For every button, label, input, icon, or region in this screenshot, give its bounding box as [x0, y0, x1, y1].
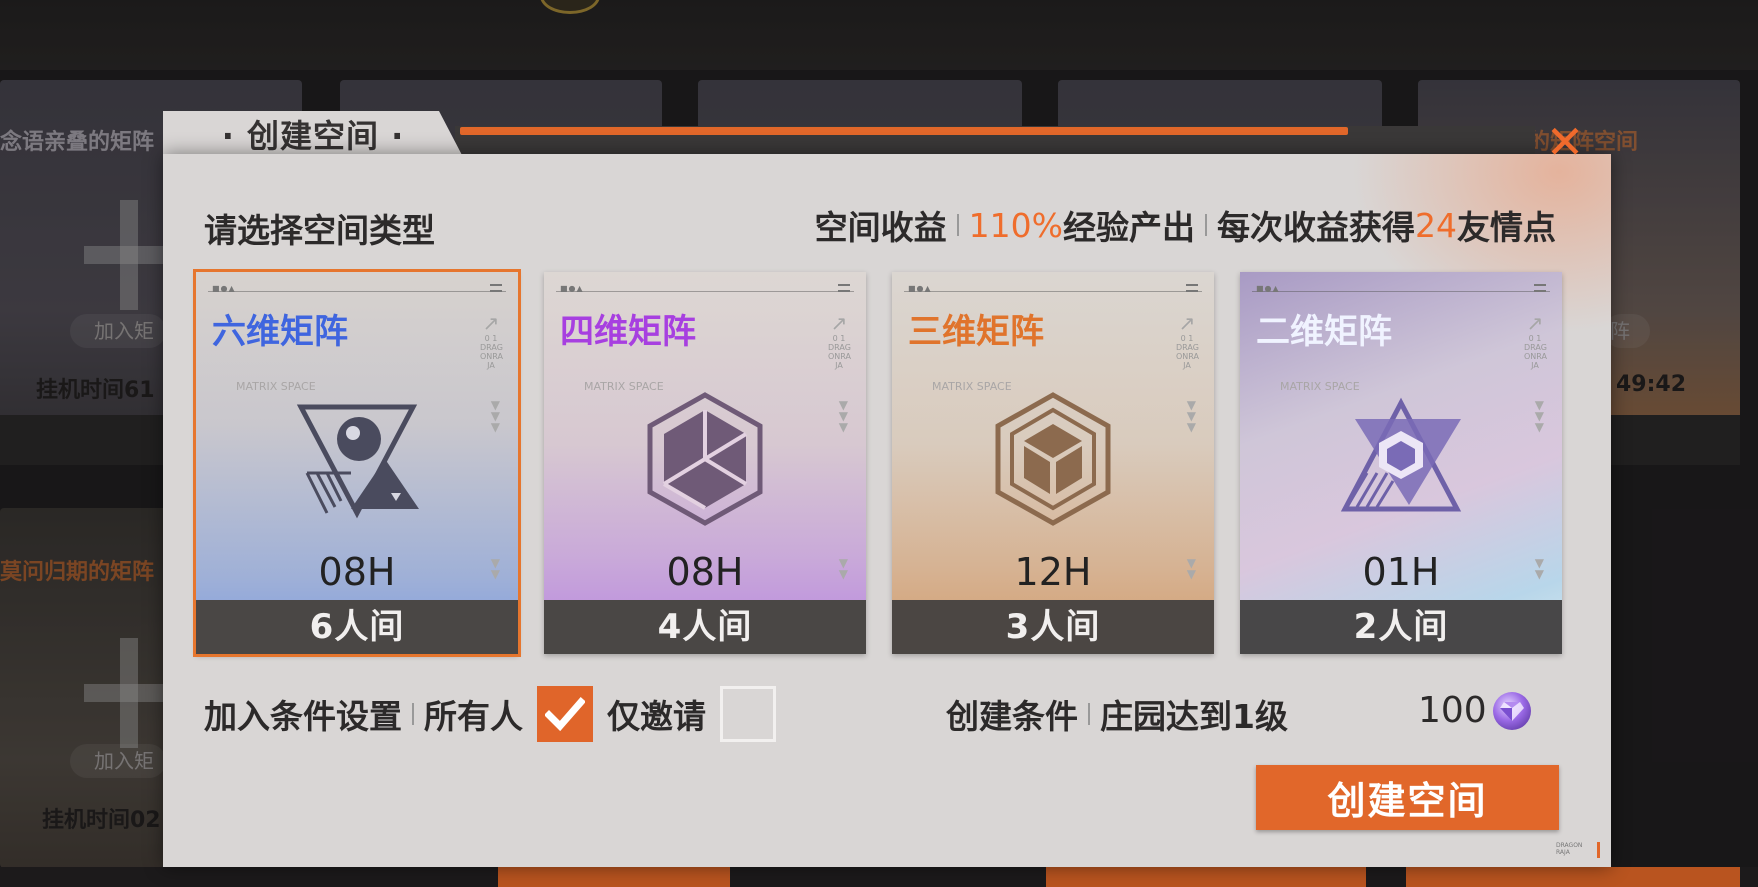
card-dots-icon: ■●▲ — [212, 284, 236, 293]
modal-tab: · 创建空间 · — [163, 111, 463, 157]
join-settings-label: 加入条件设置 — [204, 697, 402, 736]
divider — [412, 703, 414, 725]
card-capacity: 6人间 — [196, 600, 518, 654]
menu-icon — [1186, 284, 1198, 292]
card-side-mark: ↗ 0 1 DRAG ONRA JA — [1524, 311, 1547, 370]
card-name: 四维矩阵 — [560, 312, 696, 352]
card-hours: 08H — [666, 550, 744, 594]
friend-suffix: 友情点 — [1457, 208, 1556, 247]
arrow-up-right-icon: ↗ — [830, 311, 848, 335]
card-hours: 12H — [1014, 550, 1092, 594]
brand-logo: DRAGON RAJA — [1556, 842, 1600, 858]
select-type-label: 请选择空间类型 — [204, 211, 435, 250]
diamond-gem-icon — [1492, 691, 1531, 730]
option-invite-checkbox[interactable] — [720, 686, 776, 742]
four-dim-emblem-icon — [544, 390, 866, 530]
option-all-label: 所有人 — [424, 697, 523, 736]
space-type-card-four[interactable]: ■●▲ 四维矩阵 ↗ 0 1 DRAG ONRA JA MATRIX SPACE… — [544, 272, 866, 654]
space-type-card-six[interactable]: ■●▲ 六维矩阵 ↗ 0 1 DRAG ONRA JA MATRIX SPACE… — [193, 269, 521, 657]
option-invite-label: 仅邀请 — [607, 697, 706, 736]
divider — [956, 214, 959, 236]
card-dots-icon: ■●▲ — [908, 284, 932, 293]
friend-value: 24 — [1415, 205, 1457, 245]
card-name: 三维矩阵 — [908, 312, 1044, 352]
space-type-card-three[interactable]: ■●▲ 三维矩阵 ↗ 0 1 DRAG ONRA JA MATRIX SPACE… — [892, 272, 1214, 654]
menu-icon — [1534, 284, 1546, 292]
card-name: 二维矩阵 — [1256, 312, 1392, 352]
card-hours: 08H — [318, 550, 396, 594]
divider — [1088, 703, 1090, 725]
create-condition-value: 庄园达到1级 — [1100, 697, 1288, 736]
six-dim-emblem-icon — [196, 390, 518, 530]
card-hours: 01H — [1362, 550, 1440, 594]
card-side-mark: ↗ 0 1 DRAG ONRA JA — [828, 311, 851, 370]
arrow-up-right-icon: ↗ — [1526, 311, 1544, 335]
friend-prefix: 每次收益获得 — [1217, 208, 1415, 247]
card-capacity: 4人间 — [544, 600, 866, 654]
menu-icon — [838, 284, 850, 292]
create-cost: 100 — [1418, 690, 1531, 731]
arrow-up-right-icon: ↗ — [482, 311, 500, 335]
two-dim-emblem-icon — [1240, 390, 1562, 530]
card-side-mark: ↗ 0 1 DRAG ONRA JA — [1176, 311, 1199, 370]
modal-title: · 创建空间 · — [221, 117, 405, 155]
three-dim-emblem-icon — [892, 390, 1214, 530]
tab-accent-bar — [460, 127, 1348, 135]
card-side-mark: ↗ 0 1 DRAG ONRA JA — [480, 311, 503, 370]
checkmark-icon — [545, 697, 585, 731]
benefit-label: 空间收益 — [814, 208, 947, 247]
card-capacity: 2人间 — [1240, 600, 1562, 654]
space-type-card-two[interactable]: ■●▲ 二维矩阵 ↗ 0 1 DRAG ONRA JA MATRIX SPACE… — [1240, 272, 1562, 654]
option-all-checkbox[interactable] — [537, 686, 593, 742]
close-button[interactable]: ✕ — [1545, 115, 1585, 169]
cost-amount: 100 — [1418, 690, 1487, 731]
menu-icon — [490, 284, 502, 292]
card-name: 六维矩阵 — [212, 312, 348, 352]
close-icon: ✕ — [1545, 115, 1585, 169]
card-capacity: 3人间 — [892, 600, 1214, 654]
arrow-up-right-icon: ↗ — [1178, 311, 1196, 335]
bottom-strip — [0, 867, 1758, 887]
card-dots-icon: ■●▲ — [1256, 284, 1280, 293]
divider — [1205, 214, 1207, 236]
exp-label: 经验产出 — [1063, 208, 1195, 247]
space-benefit: 空间收益 110% 经验产出 每次收益获得 24 友情点 — [815, 201, 1556, 249]
exp-value: 110% — [968, 205, 1063, 245]
create-space-button[interactable]: 创建空间 — [1256, 765, 1559, 830]
card-dots-icon: ■●▲ — [560, 284, 584, 293]
join-settings: 加入条件设置 所有人 仅邀请 — [204, 686, 790, 742]
create-condition-label: 创建条件 — [946, 697, 1078, 736]
create-condition: 创建条件 庄园达到1级 — [946, 690, 1288, 738]
